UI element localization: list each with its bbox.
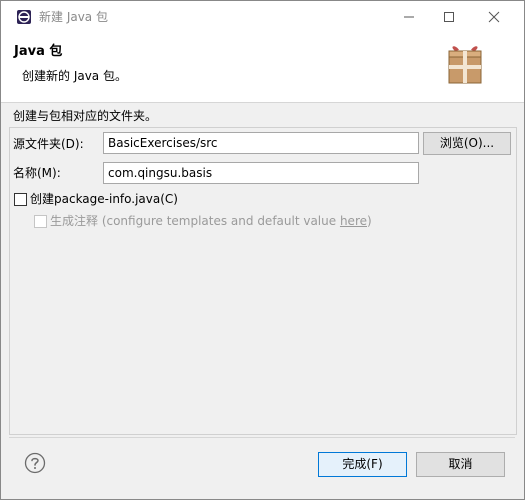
generate-comments-label-suffix: ) [367, 214, 372, 228]
generate-comments-checkbox[interactable] [34, 215, 47, 228]
package-icon [448, 46, 482, 84]
create-package-info-label[interactable]: 创建package-info.java(C) [30, 191, 178, 207]
finish-button[interactable]: 完成(F) [318, 452, 407, 477]
package-name-input[interactable]: com.qingsu.basis [103, 162, 419, 184]
wizard-banner: Java 包 创建新的 Java 包。 [1, 32, 524, 103]
banner-title: Java 包 [14, 44, 63, 59]
cancel-button[interactable]: 取消 [416, 452, 505, 477]
source-folder-label: 源文件夹(D): [13, 137, 84, 151]
section-label: 创建与包相对应的文件夹。 [13, 109, 158, 123]
new-java-package-dialog: 新建 Java 包 Java 包 创建新的 Java 包。 创建与包相对应的文件… [0, 0, 525, 500]
source-folder-input[interactable]: BasicExercises/src [103, 132, 419, 154]
generate-comments-label-prefix: 生成注释 (configure templates and default va… [50, 214, 340, 228]
eclipse-app-icon [17, 10, 31, 24]
maximize-icon [444, 11, 454, 22]
footer-separator [9, 437, 515, 438]
maximize-button[interactable] [426, 1, 472, 32]
close-icon [488, 11, 500, 22]
title-bar: 新建 Java 包 [1, 1, 524, 32]
name-label: 名称(M): [13, 166, 61, 180]
generate-comments-label: 生成注释 (configure templates and default va… [50, 213, 372, 229]
window-title: 新建 Java 包 [39, 10, 108, 24]
configure-templates-link[interactable]: here [340, 214, 367, 228]
create-package-info-checkbox[interactable] [14, 193, 27, 206]
minimize-icon [404, 16, 414, 17]
close-button[interactable] [471, 1, 517, 32]
help-icon[interactable] [24, 452, 46, 474]
browse-button[interactable]: 浏览(O)... [423, 132, 511, 155]
banner-description: 创建新的 Java 包。 [22, 69, 127, 83]
